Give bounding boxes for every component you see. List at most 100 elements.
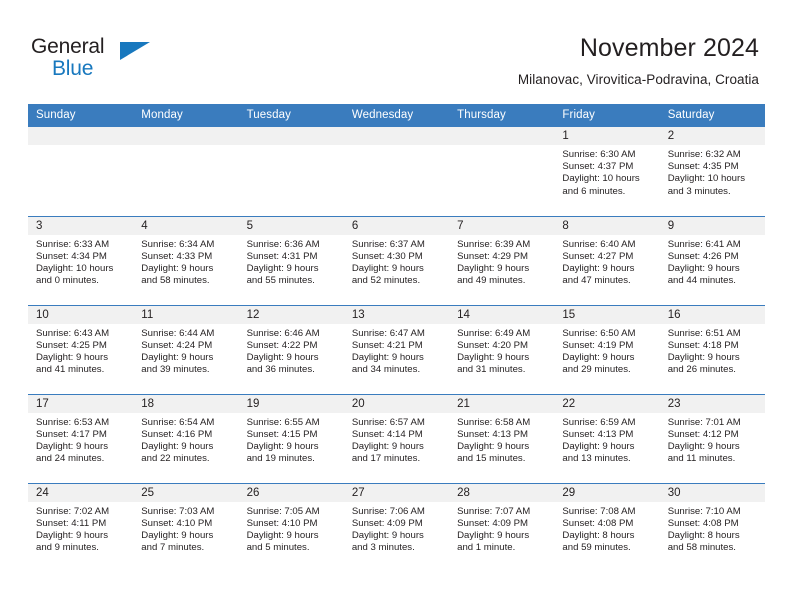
day-cell-9[interactable]: 9 Sunrise: 6:41 AM Sunset: 4:26 PM Daylight… bbox=[659, 215, 765, 305]
day-detail-line: Sunset: 4:22 PM bbox=[246, 339, 318, 351]
calendar-page: General Blue November 2024 Milanovac, Vi… bbox=[0, 0, 792, 612]
day-detail-line: and 5 minutes. bbox=[246, 542, 310, 554]
day-details: Sunrise: 7:06 AM Sunset: 4:09 PM Daylight:… bbox=[344, 502, 449, 555]
day-detail-line: Sunset: 4:18 PM bbox=[667, 339, 739, 351]
day-cell-14[interactable]: 14 Sunrise: 6:49 AM Sunset: 4:20 PM Dayligh… bbox=[449, 304, 555, 394]
day-details: Sunrise: 6:58 AM Sunset: 4:13 PM Daylight:… bbox=[449, 413, 554, 466]
weekday-header-wednesday: Wednesday bbox=[343, 104, 450, 127]
day-detail-line: Sunrise: 6:41 AM bbox=[667, 238, 741, 250]
day-details: Sunrise: 6:59 AM Sunset: 4:13 PM Daylight:… bbox=[554, 413, 659, 466]
day-cell-23[interactable]: 23 Sunrise: 7:01 AM Sunset: 4:12 PM Dayligh… bbox=[659, 393, 765, 483]
day-cell-5[interactable]: 5 Sunrise: 6:36 AM Sunset: 4:31 PM Daylight… bbox=[238, 215, 344, 305]
day-cell-27[interactable]: 27 Sunrise: 7:06 AM Sunset: 4:09 PM Dayligh… bbox=[343, 482, 450, 572]
day-cell-26[interactable]: 26 Sunrise: 7:05 AM Sunset: 4:10 PM Dayligh… bbox=[238, 482, 344, 572]
day-number: 13 bbox=[343, 305, 450, 324]
day-detail-line: and 41 minutes. bbox=[36, 364, 105, 376]
day-detail-line: Sunrise: 6:46 AM bbox=[246, 327, 320, 339]
day-cell-6[interactable]: 6 Sunrise: 6:37 AM Sunset: 4:30 PM Daylight… bbox=[343, 215, 450, 305]
day-cell-15[interactable]: 15 Sunrise: 6:50 AM Sunset: 4:19 PM Dayligh… bbox=[554, 304, 660, 394]
day-detail-line: Sunset: 4:13 PM bbox=[562, 428, 634, 440]
brand-logo[interactable]: General Blue bbox=[31, 36, 161, 84]
day-details: Sunrise: 6:33 AM Sunset: 4:34 PM Daylight:… bbox=[28, 235, 133, 288]
day-cell-empty bbox=[343, 127, 450, 216]
day-detail-line: Daylight: 9 hours bbox=[457, 440, 530, 452]
day-details: Sunrise: 6:30 AM Sunset: 4:37 PM Daylight:… bbox=[554, 145, 659, 198]
day-detail-line: Daylight: 9 hours bbox=[667, 262, 740, 274]
day-cell-7[interactable]: 7 Sunrise: 6:39 AM Sunset: 4:29 PM Daylight… bbox=[449, 215, 555, 305]
day-detail-line: Daylight: 9 hours bbox=[246, 440, 319, 452]
day-details: Sunrise: 6:40 AM Sunset: 4:27 PM Daylight:… bbox=[554, 235, 659, 288]
day-cell-22[interactable]: 22 Sunrise: 6:59 AM Sunset: 4:13 PM Dayligh… bbox=[554, 393, 660, 483]
day-cell-18[interactable]: 18 Sunrise: 6:54 AM Sunset: 4:16 PM Dayligh… bbox=[133, 393, 239, 483]
brand-name-blue: Blue bbox=[52, 57, 94, 80]
day-detail-line: and 0 minutes. bbox=[36, 275, 99, 287]
day-detail-line: Daylight: 9 hours bbox=[351, 351, 424, 363]
day-number: 19 bbox=[238, 394, 344, 413]
day-detail-line: and 58 minutes. bbox=[667, 542, 736, 554]
day-detail-line: and 6 minutes. bbox=[562, 185, 626, 197]
day-cell-4[interactable]: 4 Sunrise: 6:34 AM Sunset: 4:33 PM Daylight… bbox=[133, 215, 239, 305]
day-detail-line: and 11 minutes. bbox=[667, 453, 736, 465]
day-cell-empty bbox=[133, 127, 239, 216]
day-detail-line: Sunrise: 6:39 AM bbox=[457, 238, 531, 250]
day-details: Sunrise: 6:36 AM Sunset: 4:31 PM Daylight:… bbox=[239, 235, 344, 288]
day-cell-16[interactable]: 16 Sunrise: 6:51 AM Sunset: 4:18 PM Dayligh… bbox=[659, 304, 765, 394]
day-number: 3 bbox=[28, 216, 134, 235]
day-cell-11[interactable]: 11 Sunrise: 6:44 AM Sunset: 4:24 PM Dayligh… bbox=[133, 304, 239, 394]
day-detail-line: and 34 minutes. bbox=[351, 364, 421, 376]
day-detail-line: Daylight: 9 hours bbox=[36, 529, 108, 541]
day-number: 14 bbox=[449, 305, 555, 324]
day-cell-21[interactable]: 21 Sunrise: 6:58 AM Sunset: 4:13 PM Dayligh… bbox=[449, 393, 555, 483]
day-cell-2[interactable]: 2 Sunrise: 6:32 AM Sunset: 4:35 PM Daylight… bbox=[659, 127, 765, 216]
day-cell-28[interactable]: 28 Sunrise: 7:07 AM Sunset: 4:09 PM Dayligh… bbox=[449, 482, 555, 572]
day-cell-25[interactable]: 25 Sunrise: 7:03 AM Sunset: 4:10 PM Dayligh… bbox=[133, 482, 239, 572]
day-number: 23 bbox=[659, 394, 765, 413]
day-cell-20[interactable]: 20 Sunrise: 6:57 AM Sunset: 4:14 PM Dayligh… bbox=[343, 393, 450, 483]
day-cell-24[interactable]: 24 Sunrise: 7:02 AM Sunset: 4:11 PM Dayligh… bbox=[28, 482, 134, 572]
day-number bbox=[133, 127, 239, 145]
weekday-header-saturday: Saturday bbox=[659, 104, 765, 127]
day-detail-line: Sunset: 4:09 PM bbox=[457, 517, 529, 529]
day-detail-line: Sunrise: 6:53 AM bbox=[36, 416, 110, 428]
day-details: Sunrise: 6:47 AM Sunset: 4:21 PM Daylight:… bbox=[344, 324, 449, 377]
day-details: Sunrise: 6:57 AM Sunset: 4:14 PM Daylight:… bbox=[344, 413, 449, 466]
day-details: Sunrise: 6:39 AM Sunset: 4:29 PM Daylight:… bbox=[449, 235, 554, 288]
day-detail-line: Sunset: 4:08 PM bbox=[667, 517, 739, 529]
day-detail-line: Sunrise: 6:30 AM bbox=[562, 149, 636, 160]
masthead: General Blue November 2024 Milanovac, Vi… bbox=[0, 0, 792, 100]
day-details: Sunrise: 6:46 AM Sunset: 4:22 PM Daylight:… bbox=[239, 324, 344, 377]
day-details: Sunrise: 7:05 AM Sunset: 4:10 PM Daylight:… bbox=[239, 502, 344, 555]
day-detail-line: Sunrise: 6:44 AM bbox=[141, 327, 215, 339]
day-cell-3[interactable]: 3 Sunrise: 6:33 AM Sunset: 4:34 PM Daylight… bbox=[28, 215, 134, 305]
day-cell-19[interactable]: 19 Sunrise: 6:55 AM Sunset: 4:15 PM Dayligh… bbox=[238, 393, 344, 483]
day-number bbox=[343, 127, 450, 145]
day-number: 28 bbox=[449, 483, 555, 502]
day-cell-1[interactable]: 1 Sunrise: 6:30 AM Sunset: 4:37 PM Daylight… bbox=[554, 127, 660, 216]
day-detail-line: Sunset: 4:20 PM bbox=[457, 339, 529, 351]
day-detail-line: and 55 minutes. bbox=[246, 275, 315, 287]
day-detail-line: and 22 minutes. bbox=[141, 453, 210, 465]
day-number: 6 bbox=[343, 216, 450, 235]
day-cell-13[interactable]: 13 Sunrise: 6:47 AM Sunset: 4:21 PM Dayligh… bbox=[343, 304, 450, 394]
day-detail-line: Daylight: 9 hours bbox=[457, 351, 530, 363]
day-detail-line: Daylight: 8 hours bbox=[562, 529, 635, 541]
day-detail-line: Sunrise: 7:05 AM bbox=[246, 505, 320, 517]
day-cell-10[interactable]: 10 Sunrise: 6:43 AM Sunset: 4:25 PM Dayligh… bbox=[28, 304, 134, 394]
day-details: Sunrise: 7:10 AM Sunset: 4:08 PM Daylight:… bbox=[660, 502, 765, 555]
day-cell-29[interactable]: 29 Sunrise: 7:08 AM Sunset: 4:08 PM Dayligh… bbox=[554, 482, 660, 572]
day-cell-empty bbox=[449, 127, 555, 216]
day-cell-8[interactable]: 8 Sunrise: 6:40 AM Sunset: 4:27 PM Daylight… bbox=[554, 215, 660, 305]
day-detail-line: Daylight: 8 hours bbox=[667, 529, 740, 541]
day-detail-line: Sunset: 4:19 PM bbox=[562, 339, 634, 351]
day-cell-17[interactable]: 17 Sunrise: 6:53 AM Sunset: 4:17 PM Dayligh… bbox=[28, 393, 134, 483]
day-detail-line: and 3 minutes. bbox=[351, 542, 415, 554]
day-detail-line: Daylight: 9 hours bbox=[141, 529, 214, 541]
day-detail-line: Sunrise: 6:59 AM bbox=[562, 416, 636, 428]
day-detail-line: Daylight: 9 hours bbox=[141, 351, 214, 363]
day-cell-12[interactable]: 12 Sunrise: 6:46 AM Sunset: 4:22 PM Dayligh… bbox=[238, 304, 344, 394]
day-details: Sunrise: 6:34 AM Sunset: 4:33 PM Daylight:… bbox=[133, 235, 238, 288]
day-cell-30[interactable]: 30 Sunrise: 7:10 AM Sunset: 4:08 PM Dayligh… bbox=[659, 482, 765, 572]
calendar-week-row: 10 Sunrise: 6:43 AM Sunset: 4:25 PM Dayligh… bbox=[28, 304, 765, 394]
location-subtitle: Milanovac, Virovitica-Podravina, Croatia bbox=[517, 72, 759, 87]
day-detail-line: Sunset: 4:10 PM bbox=[141, 517, 213, 529]
